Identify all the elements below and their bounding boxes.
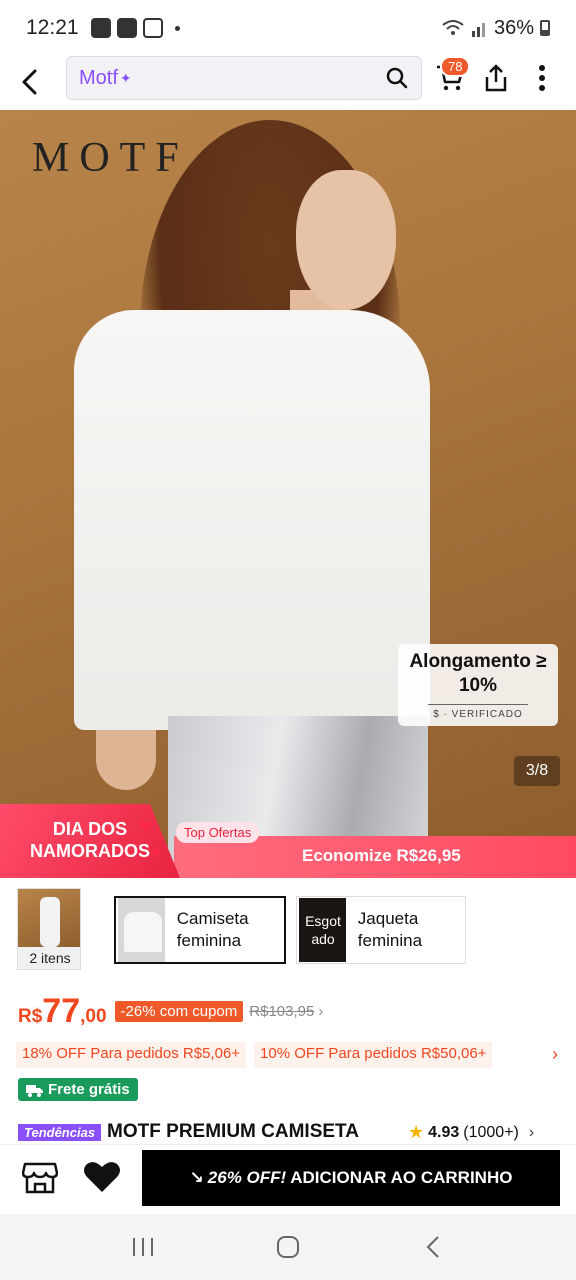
share-button[interactable] [478, 58, 514, 98]
stretch-text: Alongamento ≥ 10% [409, 651, 547, 696]
sold-out-overlay: Esgot ado [299, 898, 346, 962]
home-icon [276, 1236, 299, 1258]
image-page-indicator: 3/8 [514, 756, 560, 786]
model-face [296, 170, 396, 310]
verified-label: $ · VERIFICADO [428, 704, 528, 720]
store-button[interactable] [20, 1157, 60, 1197]
top-nav: Motf ✦ 78 [0, 56, 576, 108]
brand-logo: MOTF [32, 135, 189, 181]
status-bar: 12:21 36% [0, 0, 576, 56]
discount-chip[interactable]: 18% OFF Para pedidos R$5,06+ [16, 1042, 247, 1068]
free-shipping-badge: Frete grátis [18, 1078, 138, 1101]
app-notification-icon [142, 18, 163, 38]
chevron-left-icon [22, 69, 37, 95]
chevron-right-icon: › [528, 1123, 535, 1141]
recent-apps-icon [132, 1238, 153, 1256]
price-row: R$ 77 ,00 -26% com cupom R$103,95 › [18, 992, 323, 1036]
back-nav-button[interactable] [413, 1227, 453, 1267]
variant-option-jaqueta[interactable]: Esgot ado Jaqueta feminina [296, 896, 466, 964]
variant-image [118, 898, 165, 962]
chevron-right-icon[interactable]: › [540, 1044, 570, 1065]
old-price[interactable]: R$103,95 [249, 1003, 314, 1020]
chevron-right-icon[interactable]: › [318, 1003, 323, 1020]
price-decimal: ,00 [80, 1006, 107, 1027]
price-integer: 77 [42, 992, 81, 1030]
model-shirt [74, 310, 430, 730]
status-time: 12:21 [26, 16, 79, 39]
coupon-tag[interactable]: -26% com cupom [114, 1001, 244, 1022]
thumbnail-figure [40, 897, 60, 947]
all-variants-thumbnail[interactable]: 2 itens [17, 888, 81, 970]
discount-chips[interactable]: 18% OFF Para pedidos R$5,06+ 10% OFF Par… [16, 1042, 576, 1068]
message-icon [116, 18, 137, 38]
cart-count-badge: 78 [440, 56, 471, 77]
promo-title: DIA DOS NAMORADOS [30, 819, 150, 861]
gallery-icon [90, 18, 111, 38]
variant-count: 2 itens [18, 947, 80, 969]
add-to-cart-button[interactable]: ↘ 26% OFF! ADICIONAR AO CARRINHO [142, 1150, 560, 1206]
search-icon[interactable] [385, 66, 409, 90]
home-button[interactable] [268, 1227, 308, 1267]
android-nav-bar [0, 1214, 576, 1280]
price-currency: R$ [18, 1006, 43, 1027]
battery-icon [540, 20, 550, 36]
variant-selector: 2 itens Camiseta feminina Esgot ado Jaqu… [0, 884, 576, 976]
heart-icon [84, 1162, 120, 1192]
search-query: Motf [79, 66, 118, 89]
back-icon [426, 1236, 440, 1258]
signal-icon [471, 23, 485, 37]
store-icon [22, 1162, 58, 1194]
status-right: 36% [442, 17, 550, 40]
add-cart-label: ADICIONAR AO CARRINHO [290, 1168, 513, 1187]
trend-down-icon: ↘ [189, 1168, 204, 1187]
wishlist-button[interactable] [80, 1157, 124, 1197]
variant-image: Esgot ado [299, 898, 346, 962]
share-icon [485, 64, 507, 92]
product-image-carousel[interactable]: MOTF Alongamento ≥ 10% $ · VERIFICADO 3/… [0, 110, 576, 878]
free-shipping-text: Frete grátis [48, 1081, 130, 1098]
battery-text: 36% [493, 16, 534, 39]
discount-chip[interactable]: 10% OFF Para pedidos R$50,06+ [254, 1042, 493, 1068]
product-title: MOTF PREMIUM CAMISETA [107, 1121, 359, 1142]
wifi-icon [442, 20, 464, 35]
promo-savings-text: Economize R$26,95 [302, 846, 461, 865]
stretch-badge: Alongamento ≥ 10% $ · VERIFICADO [398, 644, 558, 726]
bottom-action-bar: ↘ 26% OFF! ADICIONAR AO CARRINHO [0, 1144, 576, 1214]
more-notifications-icon [174, 25, 180, 31]
promo-banner[interactable]: ♥ ♥ DIA DOS NAMORADOS Top Ofertas Econom… [0, 804, 576, 878]
sparkle-icon: ✦ [119, 69, 132, 86]
more-vertical-icon [539, 65, 545, 91]
trend-tag: Tendências [18, 1123, 102, 1141]
star-icon: ★ [408, 1122, 425, 1142]
back-button[interactable] [0, 56, 60, 108]
search-input[interactable]: Motf ✦ [66, 56, 422, 100]
recent-apps-button[interactable] [123, 1227, 163, 1267]
notification-icons [90, 18, 180, 38]
truck-icon [26, 1084, 43, 1097]
add-cart-promo: 26% OFF! [207, 1168, 287, 1187]
rating-value: 4.93 [428, 1123, 460, 1141]
review-count: (1000+) [463, 1123, 519, 1141]
rating[interactable]: ★ 4.93 (1000+) › [408, 1122, 534, 1143]
variant-label: Camiseta feminina [176, 909, 249, 950]
more-options-button[interactable] [526, 58, 558, 98]
variant-label: Jaqueta feminina [357, 909, 423, 950]
variant-option-camiseta[interactable]: Camiseta feminina [114, 896, 286, 964]
top-offers-tag: Top Ofertas [176, 822, 260, 843]
